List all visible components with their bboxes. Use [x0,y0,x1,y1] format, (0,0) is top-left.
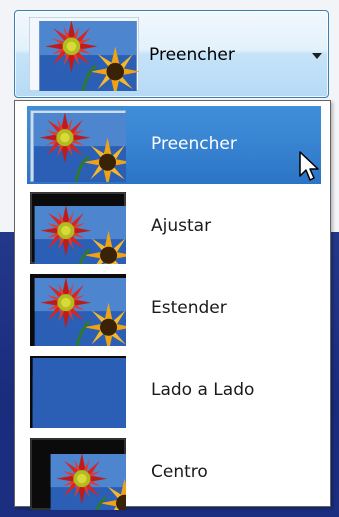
center-preview-icon [30,438,126,510]
option-label: Centro [151,462,208,482]
stretch-preview-icon [30,274,126,346]
tile-preview-icon [30,356,126,428]
option-label: Estender [151,298,227,318]
fill-preview-icon [30,110,126,182]
option-stretch[interactable]: Estender [27,270,321,348]
center-thumbnail [30,438,126,510]
option-tile[interactable]: Lado a Lado [27,352,321,430]
mouse-pointer-icon [299,151,319,181]
dropdown-selected-label: Preencher [149,45,235,65]
option-label: Lado a Lado [151,380,255,400]
option-label: Ajustar [151,216,212,236]
fill-thumbnail [30,110,126,182]
tile-thumbnail [30,356,126,428]
chevron-down-icon [312,53,322,59]
fit-preview-icon [30,192,126,264]
stretch-thumbnail [30,274,126,346]
fit-thumbnail [30,192,126,264]
option-label: Preencher [151,134,237,154]
picture-position-dropdown[interactable]: Preencher [14,10,329,98]
option-fit[interactable]: Ajustar [27,188,321,266]
option-fill[interactable]: Preencher [27,106,321,184]
option-center[interactable]: Centro [27,434,321,512]
selected-option-thumbnail [29,17,139,91]
picture-position-listbox: Preencher Ajustar Estender Lado a Lado C… [14,100,331,510]
fill-preview-icon [29,17,139,91]
